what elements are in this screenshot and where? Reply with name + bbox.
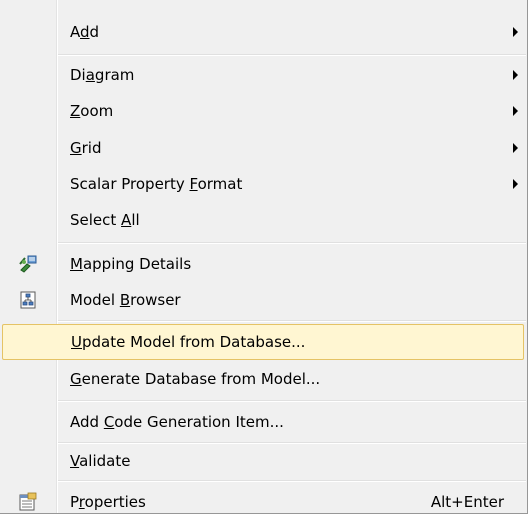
menu-item-validate-label: Validate <box>70 452 131 470</box>
menu-item-properties-shortcut: Alt+Enter <box>430 493 504 511</box>
menu-item-select-all[interactable]: Select All <box>0 202 526 238</box>
submenu-arrow-icon <box>513 27 518 37</box>
menu-separator <box>58 54 526 56</box>
menu-separator <box>58 320 526 322</box>
menu-item-select-all-label: Select All <box>70 211 140 229</box>
menu-item-mapping-details-label: Mapping Details <box>70 255 192 273</box>
menu-item-mapping-details[interactable]: Mapping Details <box>0 246 526 282</box>
submenu-arrow-icon <box>513 179 518 189</box>
menu-item-add-label: Add <box>70 23 100 41</box>
menu-separator <box>58 242 526 244</box>
model-browser-icon <box>20 291 36 309</box>
context-menu: Add Diagram Zoom Grid Scalar Property Fo… <box>0 0 528 514</box>
menu-item-diagram-label: Diagram <box>70 66 135 84</box>
menu-separator <box>58 400 526 402</box>
menu-item-zoom[interactable]: Zoom <box>0 93 526 129</box>
menu-item-generate-database-from-model-label: Generate Database from Model... <box>70 370 321 388</box>
menu-item-properties-label: Properties <box>70 493 146 511</box>
menu-item-diagram[interactable]: Diagram <box>0 57 526 93</box>
menu-item-add-code-generation-item-label: Add Code Generation Item... <box>70 413 284 431</box>
menu-item-model-browser-label: Model Browser <box>70 291 181 309</box>
menu-item-update-model-from-database[interactable]: Update Model from Database... <box>2 324 524 360</box>
menu-item-scalar-property-format-label: Scalar Property Format <box>70 175 243 193</box>
menu-item-add[interactable]: Add <box>0 14 526 50</box>
menu-item-model-browser[interactable]: Model Browser <box>0 282 526 318</box>
menu-item-add-code-generation-item[interactable]: Add Code Generation Item... <box>0 404 526 440</box>
properties-icon <box>19 492 37 511</box>
menu-separator <box>58 480 526 482</box>
menu-item-scalar-property-format[interactable]: Scalar Property Format <box>0 166 526 202</box>
menu-item-zoom-label: Zoom <box>70 102 114 120</box>
submenu-arrow-icon <box>513 106 518 116</box>
submenu-arrow-icon <box>513 70 518 80</box>
menu-item-validate[interactable]: Validate <box>0 443 526 479</box>
mapping-details-icon <box>19 255 37 273</box>
submenu-arrow-icon <box>513 143 518 153</box>
menu-item-grid-label: Grid <box>70 139 102 157</box>
menu-item-grid[interactable]: Grid <box>0 130 526 166</box>
menu-item-update-model-from-database-label: Update Model from Database... <box>71 333 306 351</box>
menu-item-generate-database-from-model[interactable]: Generate Database from Model... <box>0 361 526 397</box>
menu-item-properties[interactable]: Properties Alt+Enter <box>0 484 526 520</box>
